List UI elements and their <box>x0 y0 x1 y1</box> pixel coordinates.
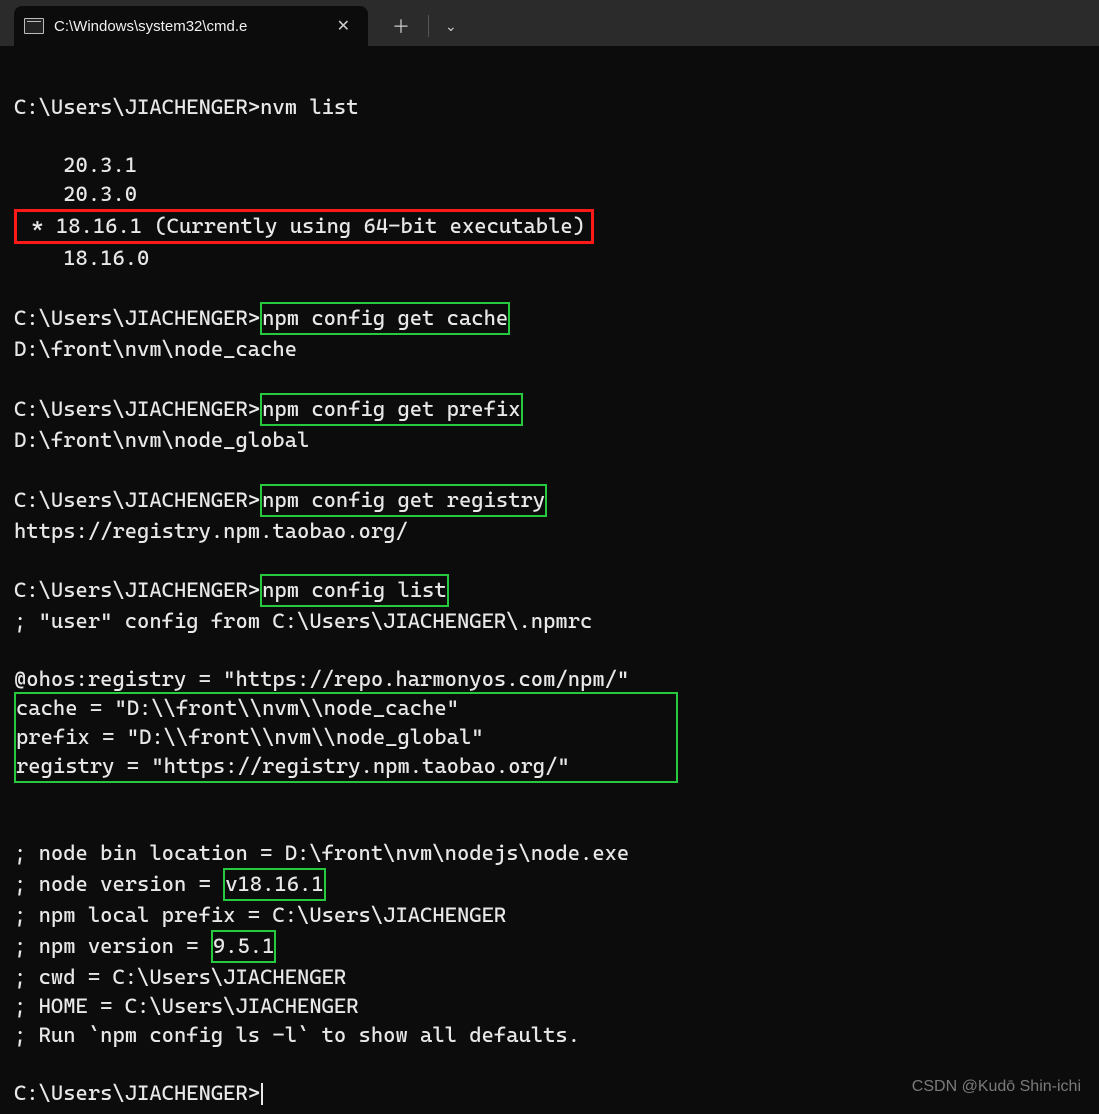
prompt: C:\Users\JIACHENGER> <box>14 397 260 421</box>
prompt: C:\Users\JIACHENGER> <box>14 1081 260 1105</box>
nvm-version: 18.16.0 <box>63 246 149 270</box>
cmd-icon <box>24 18 44 34</box>
output-local-prefix: ; npm local prefix = C:\Users\JIACHENGER <box>14 903 506 927</box>
output-cache: D:\front\nvm\node_cache <box>14 337 297 361</box>
command-npm-config-list: npm config list <box>260 574 449 607</box>
output-node-bin: ; node bin location = D:\front\nvm\nodej… <box>14 841 629 865</box>
divider <box>428 15 429 37</box>
output-cwd: ; cwd = C:\Users\JIACHENGER <box>14 965 346 989</box>
output-prefix: D:\front\nvm\node_global <box>14 428 309 452</box>
output-npm-version-pre: ; npm version = <box>14 934 211 958</box>
output-npm-version: 9.5.1 <box>211 930 277 963</box>
command-nvm-list: nvm list <box>260 95 358 119</box>
indent <box>14 182 63 206</box>
prompt: C:\Users\JIACHENGER> <box>14 578 260 602</box>
prompt: C:\Users\JIACHENGER> <box>14 95 260 119</box>
output-ohos-registry: @ohos:registry = "https://repo.harmonyos… <box>14 667 629 691</box>
titlebar: C:\Windows\system32\cmd.e ✕ ＋ ⌄ <box>0 0 1099 46</box>
output-node-version: v18.16.1 <box>223 868 325 901</box>
indent <box>14 153 63 177</box>
tab-title: C:\Windows\system32\cmd.e <box>54 18 323 35</box>
output-user-config: ; "user" config from C:\Users\JIACHENGER… <box>14 609 592 633</box>
new-tab-button[interactable]: ＋ <box>378 7 424 45</box>
watermark: CSDN @Kudō Shin-ichi <box>912 1076 1081 1098</box>
prompt: C:\Users\JIACHENGER> <box>14 306 260 330</box>
nvm-version: 20.3.1 <box>63 153 137 177</box>
cursor <box>261 1083 263 1105</box>
indent <box>14 246 63 270</box>
nvm-version: 20.3.0 <box>63 182 137 206</box>
output-node-version-pre: ; node version = <box>14 872 223 896</box>
tab-cmd[interactable]: C:\Windows\system32\cmd.e ✕ <box>14 6 368 46</box>
output-home: ; HOME = C:\Users\JIACHENGER <box>14 994 359 1018</box>
prompt: C:\Users\JIACHENGER> <box>14 488 260 512</box>
output-run-hint: ; Run `npm config ls -l` to show all def… <box>14 1023 580 1047</box>
close-icon[interactable]: ✕ <box>333 14 354 38</box>
command-npm-prefix: npm config get prefix <box>260 393 522 426</box>
command-npm-registry: npm config get registry <box>260 484 547 517</box>
command-npm-cache: npm config get cache <box>260 302 510 335</box>
output-config-block-highlight: cache = "D:\\front\\nvm\\node_cache" pre… <box>14 692 678 783</box>
terminal-output[interactable]: C:\Users\JIACHENGER>nvm list 20.3.1 20.3… <box>0 46 1099 1114</box>
tab-dropdown-button[interactable]: ⌄ <box>433 12 469 41</box>
output-registry: https://registry.npm.taobao.org/ <box>14 519 408 543</box>
nvm-current-version-highlight: * 18.16.1 (Currently using 64-bit execut… <box>14 209 594 244</box>
titlebar-actions: ＋ ⌄ <box>378 6 469 46</box>
